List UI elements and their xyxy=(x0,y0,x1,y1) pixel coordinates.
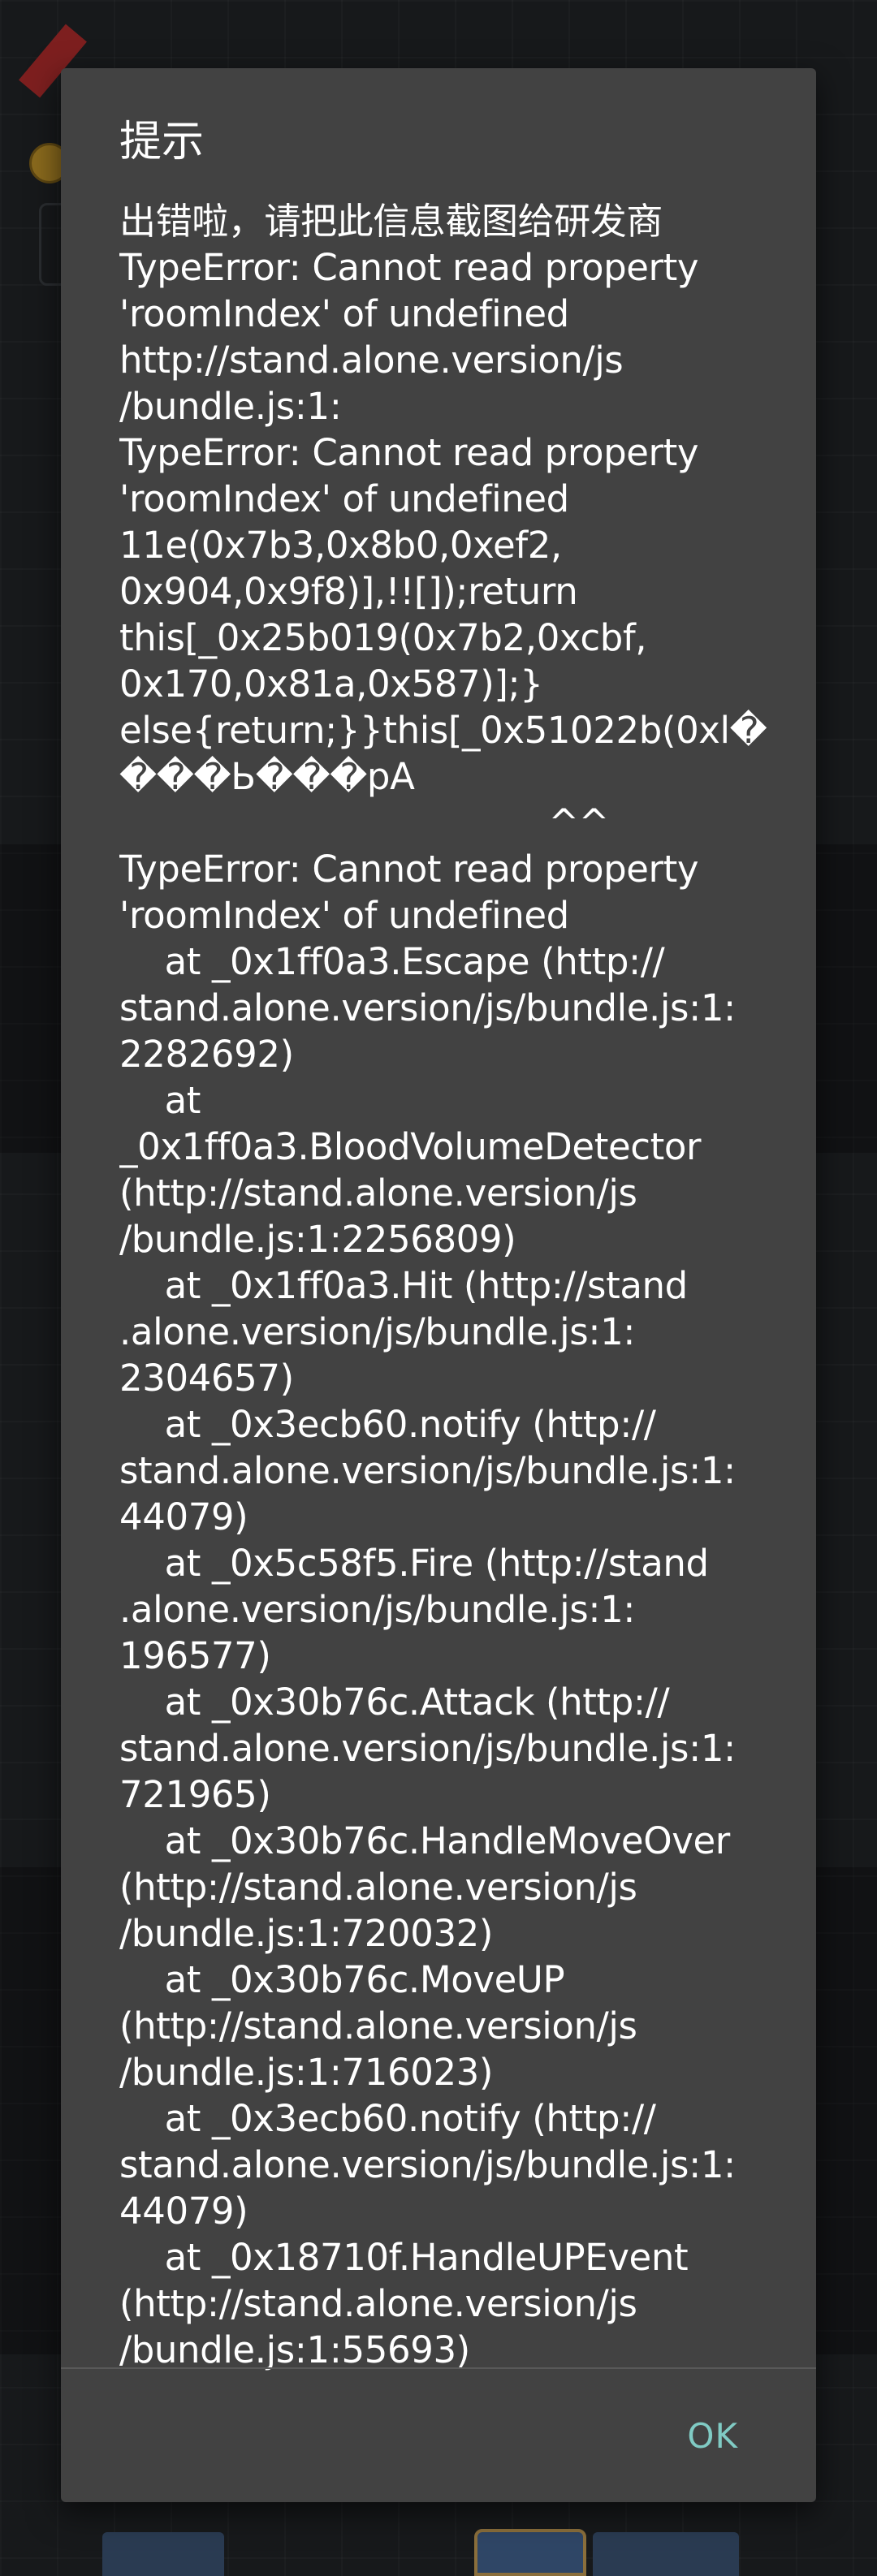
dialog-title: 提示 xyxy=(119,118,205,166)
error-dialog: 提示 出错啦，请把此信息截图给研发商 TypeError: Cannot rea… xyxy=(61,68,816,2502)
bottom-tile xyxy=(593,2532,739,2576)
ok-button[interactable]: OK xyxy=(687,2416,738,2457)
dialog-divider xyxy=(61,2367,816,2369)
bottom-character-icon xyxy=(474,2529,586,2576)
error-message[interactable]: 出错啦，请把此信息截图给研发商 TypeError: Cannot read p… xyxy=(119,198,769,2429)
bottom-tile xyxy=(102,2532,224,2576)
